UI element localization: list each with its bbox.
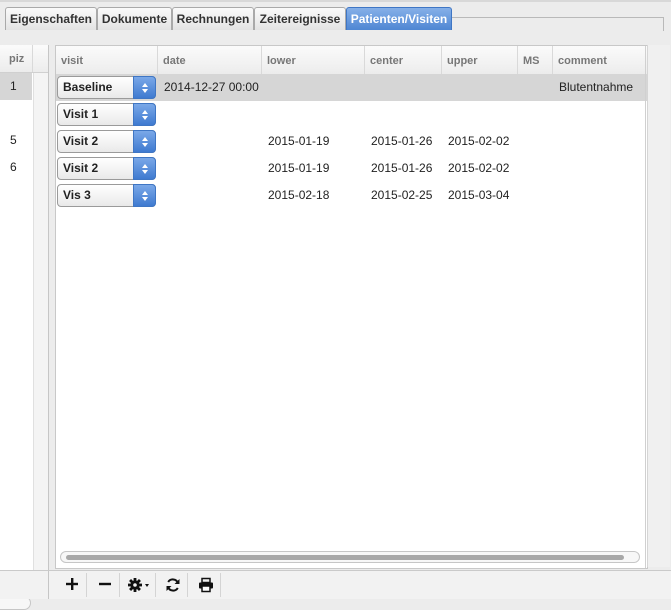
select-arrows-icon[interactable] bbox=[133, 157, 156, 180]
visit-select[interactable]: Visit 1 bbox=[57, 103, 156, 126]
ms-cell[interactable] bbox=[518, 128, 553, 155]
remove-row-button[interactable] bbox=[90, 573, 120, 597]
gear-icon bbox=[127, 578, 149, 592]
column-header-comment[interactable]: comment bbox=[553, 46, 645, 74]
column-header-piz[interactable]: piz bbox=[9, 53, 24, 65]
lower-cell[interactable]: 2015-01-19 bbox=[262, 128, 365, 155]
refresh-icon bbox=[166, 578, 179, 592]
comment-cell[interactable] bbox=[553, 128, 645, 155]
date-cell[interactable]: 2014-12-27 00:00 bbox=[158, 74, 262, 101]
column-header-visit[interactable]: visit bbox=[56, 46, 158, 74]
visit-select[interactable]: Visit 2 bbox=[57, 157, 156, 180]
ms-cell[interactable] bbox=[518, 101, 553, 128]
table-row[interactable]: Vis 3 2015-02-18 2015-02-25 2015-03-04 bbox=[56, 182, 647, 209]
visit-select-value: Visit 2 bbox=[63, 134, 99, 148]
upper-cell[interactable]: 2015-02-02 bbox=[442, 128, 518, 155]
center-cell[interactable] bbox=[365, 74, 442, 101]
lower-cell[interactable]: 2015-01-19 bbox=[262, 155, 365, 182]
column-header-ms[interactable]: MS bbox=[518, 46, 553, 74]
visit-select-value: Visit 1 bbox=[63, 107, 99, 121]
visits-grid: visit date lower center upper MS comment… bbox=[55, 45, 648, 569]
column-header-lower[interactable]: lower bbox=[262, 46, 365, 74]
tab-dokumente[interactable]: Dokumente bbox=[97, 7, 172, 30]
grid-horizontal-scrollbar[interactable] bbox=[60, 551, 640, 563]
comment-cell[interactable] bbox=[553, 101, 645, 128]
tab-eigenschaften[interactable]: Eigenschaften bbox=[5, 7, 97, 30]
visit-select-value: Vis 3 bbox=[63, 188, 91, 202]
footer-divider bbox=[48, 571, 49, 599]
upper-cell[interactable]: 2015-02-02 bbox=[442, 155, 518, 182]
visit-select[interactable]: Baseline bbox=[57, 76, 156, 99]
left-pane-vertical-scrollbar[interactable] bbox=[33, 73, 48, 573]
piz-cell[interactable] bbox=[0, 100, 32, 127]
ms-cell[interactable] bbox=[518, 182, 553, 209]
table-row[interactable]: Baseline 2014-12-27 00:00 Blutentnahme bbox=[56, 74, 647, 101]
date-cell[interactable] bbox=[158, 101, 262, 128]
visit-select-value: Visit 2 bbox=[63, 161, 99, 175]
select-arrows-icon[interactable] bbox=[133, 184, 156, 207]
lower-cell[interactable] bbox=[262, 101, 365, 128]
tab-zeitereignisse[interactable]: Zeitereignisse bbox=[254, 7, 346, 30]
ms-cell[interactable] bbox=[518, 155, 553, 182]
print-button[interactable] bbox=[191, 573, 221, 597]
add-icon bbox=[65, 578, 78, 590]
select-arrows-icon[interactable] bbox=[133, 130, 156, 153]
comment-cell[interactable] bbox=[553, 155, 645, 182]
upper-cell[interactable]: 2015-03-04 bbox=[442, 182, 518, 209]
piz-cell[interactable]: 1 bbox=[0, 73, 32, 100]
piz-cell[interactable]: 6 bbox=[0, 154, 32, 181]
ms-cell[interactable] bbox=[518, 74, 553, 101]
column-header-upper[interactable]: upper bbox=[442, 46, 518, 74]
left-frozen-pane: piz 1 5 6 bbox=[0, 45, 49, 610]
date-cell[interactable] bbox=[158, 182, 262, 209]
tab-strip-border bbox=[452, 17, 664, 18]
lower-cell[interactable] bbox=[262, 74, 365, 101]
scrollbar-thumb[interactable] bbox=[66, 555, 624, 560]
center-cell[interactable]: 2015-02-25 bbox=[365, 182, 442, 209]
footer-toolbar bbox=[0, 570, 671, 599]
column-header-date[interactable]: date bbox=[158, 46, 262, 74]
piz-cell[interactable]: 5 bbox=[0, 127, 32, 154]
select-arrows-icon[interactable] bbox=[133, 76, 156, 99]
table-row[interactable]: Visit 2 2015-01-19 2015-01-26 2015-02-02 bbox=[56, 128, 647, 155]
tab-bar: Eigenschaften Dokumente Rechnungen Zeite… bbox=[0, 0, 671, 31]
select-arrows-icon[interactable] bbox=[133, 103, 156, 126]
piz-cell[interactable] bbox=[0, 181, 32, 208]
visit-select[interactable]: Vis 3 bbox=[57, 184, 156, 207]
lower-cell[interactable]: 2015-02-18 bbox=[262, 182, 365, 209]
tab-strip-border-right bbox=[663, 17, 664, 31]
table-row[interactable]: Visit 2 2015-01-19 2015-01-26 2015-02-02 bbox=[56, 155, 647, 182]
comment-cell[interactable]: Blutentnahme bbox=[553, 74, 645, 101]
upper-cell[interactable] bbox=[442, 74, 518, 101]
left-pane-header: piz bbox=[0, 45, 48, 73]
table-row[interactable]: Visit 1 bbox=[56, 101, 647, 128]
grid-header: visit date lower center upper MS comment bbox=[56, 46, 647, 75]
upper-cell[interactable] bbox=[442, 101, 518, 128]
center-cell[interactable] bbox=[365, 101, 442, 128]
refresh-button[interactable] bbox=[158, 573, 188, 597]
print-icon bbox=[198, 577, 213, 593]
center-cell[interactable]: 2015-01-26 bbox=[365, 128, 442, 155]
column-divider bbox=[32, 45, 33, 72]
grid-right-border bbox=[645, 46, 646, 568]
visit-select-value: Baseline bbox=[63, 80, 113, 94]
tab-patienten-visiten[interactable]: Patienten/Visiten bbox=[346, 7, 452, 30]
comment-cell[interactable] bbox=[553, 182, 645, 209]
tab-rechnungen[interactable]: Rechnungen bbox=[172, 7, 254, 30]
date-cell[interactable] bbox=[158, 155, 262, 182]
date-cell[interactable] bbox=[158, 128, 262, 155]
grid-vertical-scrollbar[interactable] bbox=[647, 45, 670, 567]
visit-select[interactable]: Visit 2 bbox=[57, 130, 156, 153]
column-header-center[interactable]: center bbox=[365, 46, 442, 74]
add-row-button[interactable] bbox=[57, 573, 87, 597]
settings-menu-button[interactable] bbox=[122, 573, 156, 597]
remove-icon bbox=[98, 582, 111, 586]
center-cell[interactable]: 2015-01-26 bbox=[365, 155, 442, 182]
